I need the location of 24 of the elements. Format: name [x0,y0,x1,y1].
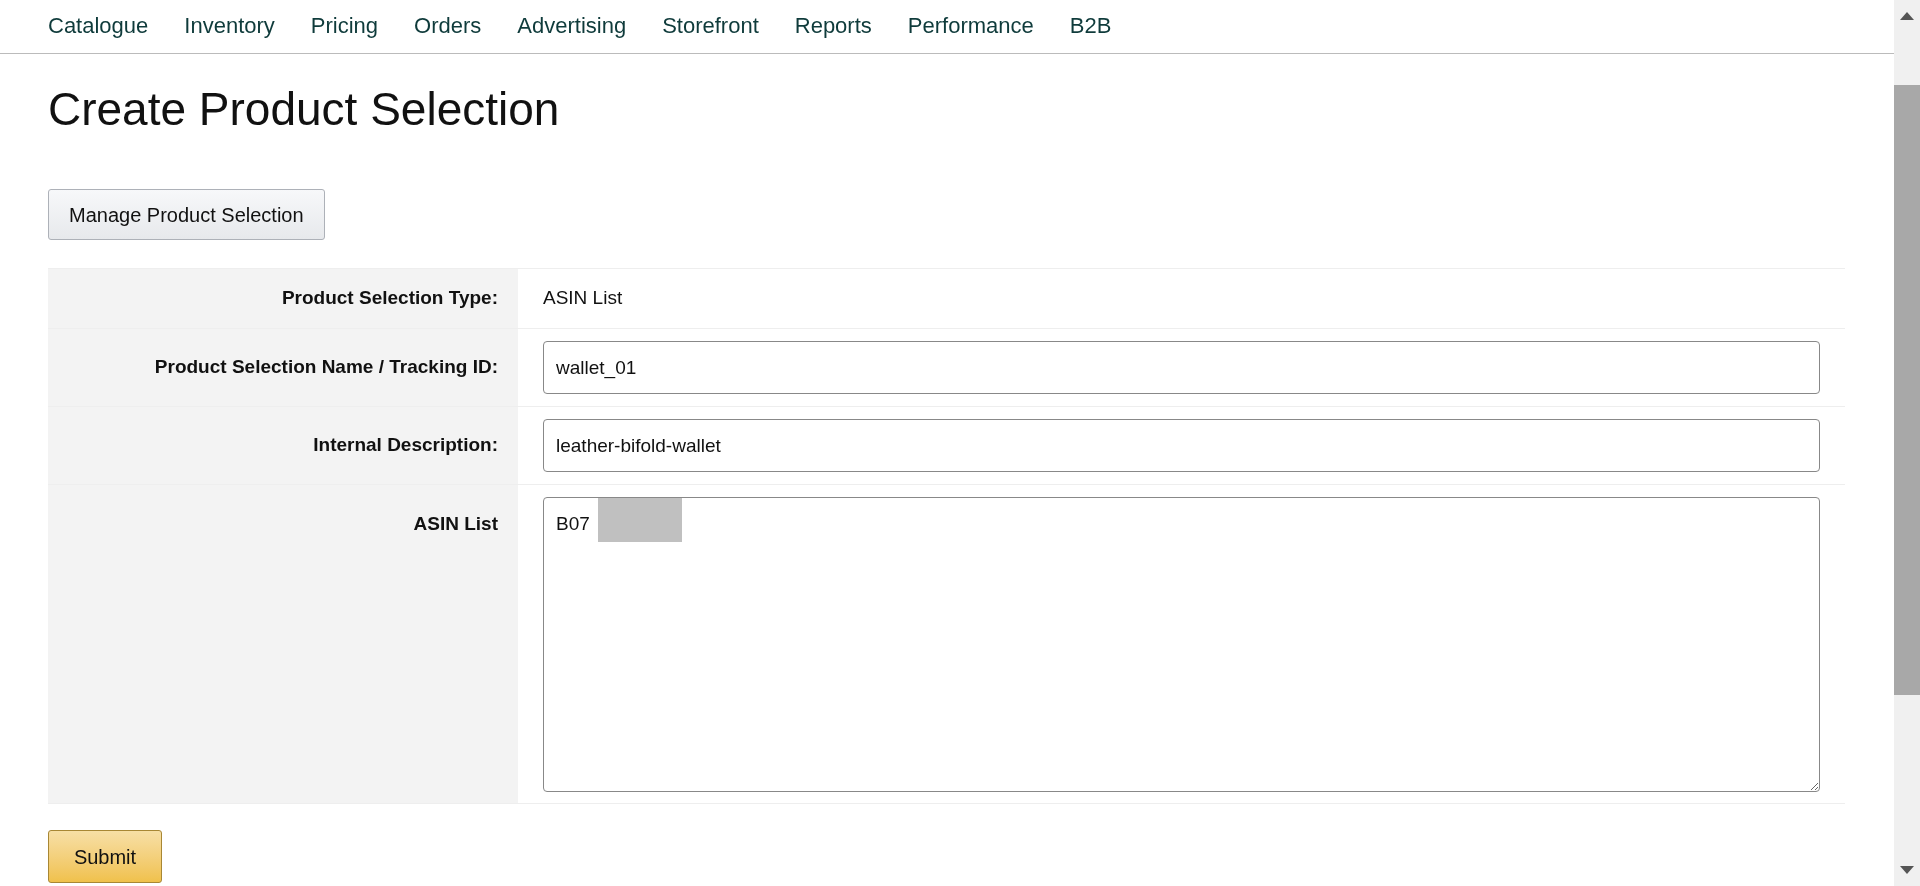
scrollbar-thumb[interactable] [1894,85,1920,695]
submit-button[interactable]: Submit [48,830,162,883]
field-label: Internal Description: [313,433,498,458]
field-label: Product Selection Type: [281,286,498,311]
nav-link[interactable]: Inventory [184,9,275,42]
asin-list-field[interactable]: B07 [543,497,1820,792]
nav-link[interactable]: Reports [794,9,872,42]
input-field[interactable]: leather-bifold-wallet [543,419,1820,472]
nav-link[interactable]: B2B [1069,9,1112,42]
page-title: Create Product Selection [48,86,560,132]
nav-link[interactable]: Storefront [662,9,759,42]
scroll-down-icon[interactable] [1900,866,1914,874]
nav-link[interactable]: Orders [414,9,482,42]
nav-link[interactable]: Pricing [310,9,379,42]
nav-link[interactable]: Performance [907,9,1034,42]
field-label: Product Selection Name / Tracking ID: [154,355,498,380]
field-label: ASIN List [413,512,498,536]
nav-link[interactable]: Catalogue [48,9,149,42]
manage-product-selection-button[interactable]: Manage Product Selection [48,189,325,240]
nav-link[interactable]: Advertising [517,9,627,42]
field-value: ASIN List [543,286,623,311]
scrollbar[interactable] [1894,0,1920,886]
input-field[interactable]: wallet_01 [543,341,1820,394]
scroll-up-icon[interactable] [1900,12,1914,20]
